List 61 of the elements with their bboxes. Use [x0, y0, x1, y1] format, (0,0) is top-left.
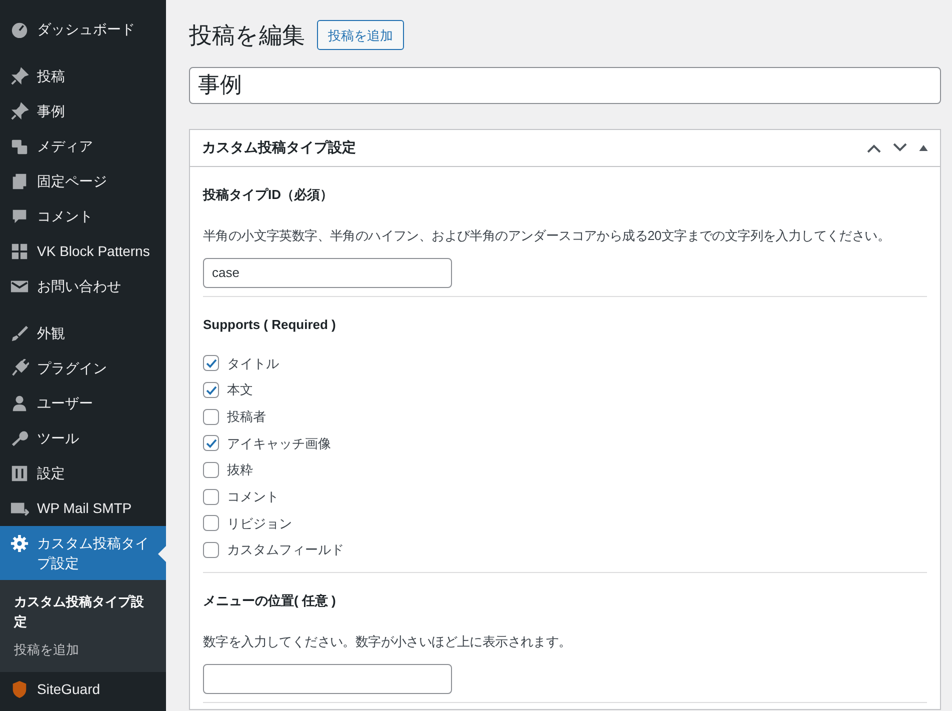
checkbox[interactable]: [203, 515, 219, 532]
menu-item[interactable]: 事例: [0, 94, 166, 129]
menu-item[interactable]: 投稿: [0, 59, 166, 94]
checkbox[interactable]: [203, 408, 219, 425]
checkbox[interactable]: [203, 462, 219, 478]
checkbox-label: 本文: [227, 381, 253, 400]
user-icon: [10, 394, 29, 413]
menu-item[interactable]: 外観: [0, 316, 166, 351]
menu-item[interactable]: ダッシュボード: [0, 12, 166, 47]
field-label: 投稿タイプID（必須）: [203, 186, 334, 204]
checkbox[interactable]: [203, 355, 219, 372]
checkbox-label: 投稿者: [227, 408, 266, 426]
field-description: 半角の小文字英数字、半角のハイフン、および半角のアンダースコアから成る20文字までの文字列を入力してください。: [203, 227, 891, 245]
brush-icon: [10, 324, 29, 343]
menu-item[interactable]: VK Block Patterns: [0, 234, 166, 269]
submenu-item[interactable]: カスタム投稿タイプ設定: [0, 588, 166, 636]
text-field[interactable]: case: [203, 258, 452, 288]
field-label: Supports ( Required ): [203, 316, 337, 334]
text-field[interactable]: [203, 664, 452, 694]
current-menu-pointer: [158, 546, 166, 562]
menu-item[interactable]: メディア: [0, 129, 166, 164]
checkbox-label: カスタムフィールド: [227, 541, 344, 560]
menu-item[interactable]: カスタム投稿タイプ設定: [0, 526, 166, 580]
collapse-icon[interactable]: [919, 144, 928, 150]
menu-item[interactable]: 固定ページ: [0, 164, 166, 199]
checkbox[interactable]: [203, 488, 219, 505]
menu-item[interactable]: ユーザー: [0, 386, 166, 421]
settings-icon: [10, 534, 29, 553]
checkbox[interactable]: [203, 435, 219, 452]
plug-icon: [10, 359, 29, 378]
menu-item[interactable]: 設定: [0, 456, 166, 491]
menu-item[interactable]: WP Mail SMTP: [0, 491, 166, 526]
shield-icon: [10, 680, 29, 699]
pin-icon: [10, 102, 29, 121]
checkbox-label: コメント: [227, 488, 279, 506]
field-label: メニューの位置( 任意 ): [203, 592, 337, 610]
title-field[interactable]: 事例: [189, 66, 941, 104]
menu-item[interactable]: ツール: [0, 421, 166, 456]
menu-item[interactable]: プラグイン: [0, 351, 166, 386]
checkbox-label: 抜粋: [227, 461, 253, 480]
submenu-item[interactable]: 投稿を追加: [0, 636, 166, 664]
pages-icon: [10, 172, 29, 191]
grid-icon: [10, 242, 29, 261]
checkbox-label: タイトル: [227, 354, 279, 373]
move-down-icon[interactable]: [893, 142, 907, 152]
checkbox[interactable]: [203, 542, 219, 558]
page-title: 投稿を編集: [189, 21, 305, 50]
add-new-button[interactable]: 投稿を追加: [317, 20, 404, 50]
move-up-icon[interactable]: [867, 142, 881, 152]
field-description: 数字を入力してください。数字が小さいほど上に表示されます。: [203, 633, 572, 651]
checkbox[interactable]: [203, 382, 219, 398]
menu-item[interactable]: お問い合わせ: [0, 269, 166, 304]
checkbox-label: アイキャッチ画像: [227, 434, 331, 453]
checkbox-label: リビジョン: [227, 514, 292, 533]
sliders-icon: [10, 464, 29, 483]
wrench-icon: [10, 429, 29, 448]
panel-title: カスタム投稿タイプ設定: [202, 138, 357, 157]
menu-item[interactable]: SiteGuard: [0, 672, 166, 707]
pin-icon: [10, 67, 29, 86]
menu-item[interactable]: コメント: [0, 199, 166, 234]
gauge-icon: [10, 20, 29, 39]
